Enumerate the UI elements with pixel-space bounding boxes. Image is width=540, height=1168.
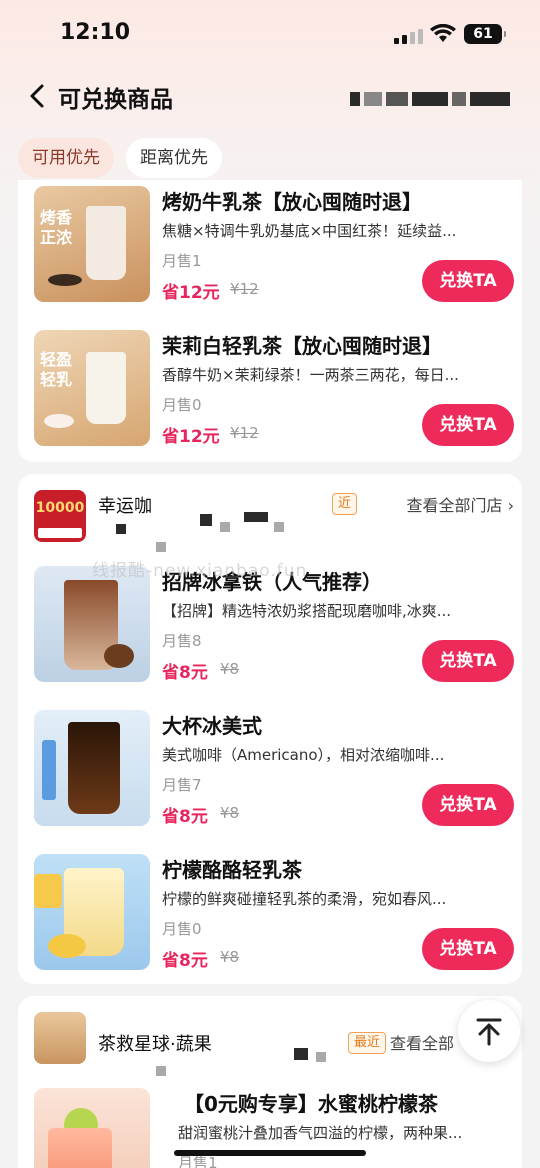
thumb-caption: 烤香正浓: [40, 208, 73, 247]
product-image: [34, 566, 150, 682]
monthly-sales: 月售0: [162, 920, 202, 938]
product-name: 茉莉白轻乳茶【放心囤随时退】: [162, 334, 442, 358]
home-indicator: [174, 1150, 366, 1156]
filter-distance-first[interactable]: 距离优先: [126, 138, 222, 178]
product-item[interactable]: 【0元购专享】水蜜桃柠檬茶 甜润蜜桃汁叠加香气四溢的柠檬，两种果... 月售1: [34, 1088, 514, 1168]
product-desc: 焦糖×特调牛乳奶基底×中国红茶！延续益...: [162, 222, 457, 240]
back-arrow-icon[interactable]: [24, 80, 52, 112]
thumb-caption: 轻盈轻乳: [40, 350, 73, 389]
monthly-sales: 月售8: [162, 632, 202, 650]
original-price: ¥8: [220, 804, 240, 822]
redacted-text: [156, 542, 166, 552]
redacted-text: [294, 1048, 308, 1060]
monthly-sales: 月售1: [162, 252, 202, 270]
product-desc: 柠檬的鲜爽碰撞轻乳茶的柔滑，宛如春风...: [162, 890, 447, 908]
savings: 省12元: [162, 427, 220, 447]
product-name: 大杯冰美式: [162, 714, 262, 738]
arrow-up-icon: [476, 1018, 502, 1046]
product-desc: 【招牌】精选特浓奶浆搭配现磨咖啡,冰爽...: [162, 602, 452, 620]
product-item[interactable]: 烤香正浓 烤奶牛乳茶【放心囤随时退】 焦糖×特调牛乳奶基底×中国红茶！延续益..…: [34, 186, 514, 306]
store-card-3: 茶救星球·蔬果 最近 查看全部 【0元购专享】水蜜桃柠檬茶 甜润蜜桃汁叠加香气四…: [18, 996, 522, 1168]
watermark: 线报酷-new.xianbao.fun: [92, 561, 308, 581]
redacted-text: [200, 514, 212, 526]
product-image: 烤香正浓: [34, 186, 150, 302]
product-item[interactable]: 柠檬酪酪轻乳茶 柠檬的鲜爽碰撞轻乳茶的柔滑，宛如春风... 月售0 省8元 ¥8…: [34, 854, 514, 974]
savings: 省12元: [162, 283, 220, 303]
savings: 省8元: [162, 663, 208, 683]
redacted-text: [316, 1052, 326, 1062]
page-title: 可兑换商品: [58, 87, 173, 113]
redeem-button[interactable]: 兑换TA: [422, 928, 514, 970]
view-all-stores-link[interactable]: 查看全部门店 ›: [407, 492, 515, 516]
redeem-button[interactable]: 兑换TA: [422, 260, 514, 302]
product-image: [34, 854, 150, 970]
store-logo: [34, 1012, 86, 1064]
original-price: ¥12: [230, 280, 259, 298]
monthly-sales: 月售0: [162, 396, 202, 414]
filter-available-first[interactable]: 可用优先: [18, 138, 114, 178]
redacted-text: [220, 522, 230, 532]
cellular-signal-icon: [394, 28, 424, 44]
redacted-text: [350, 92, 510, 106]
battery-icon: 61: [464, 24, 506, 44]
product-item[interactable]: 招牌冰拿铁（人气推荐） 【招牌】精选特浓奶浆搭配现磨咖啡,冰爽... 月售8 省…: [34, 566, 514, 686]
near-badge: 最近: [348, 1032, 387, 1054]
product-name: 【0元购专享】水蜜桃柠檬茶: [184, 1092, 438, 1116]
product-name: 烤奶牛乳茶【放心囤随时退】: [162, 190, 422, 214]
product-image: [34, 1088, 150, 1168]
store-header[interactable]: 茶救星球·蔬果 最近 查看全部: [34, 1012, 514, 1076]
savings: 省8元: [162, 951, 208, 971]
wifi-icon: [430, 24, 456, 42]
store-card-2: 10000 幸运咖 近 查看全部门店 › 招牌冰拿铁（人气推荐） 【招牌】精选特…: [18, 474, 522, 984]
product-desc: 美式咖啡（Americano），相对浓缩咖啡...: [162, 746, 445, 764]
product-image: [34, 710, 150, 826]
status-time: 12:10: [60, 20, 131, 45]
status-bar: 12:10 61: [0, 0, 540, 70]
product-image: 轻盈轻乳: [34, 330, 150, 446]
near-badge: 近: [332, 493, 358, 515]
chevron-right-icon: ›: [502, 496, 514, 515]
redacted-text: [244, 512, 268, 522]
store-header[interactable]: 10000 幸运咖 近 查看全部门店 ›: [34, 490, 515, 552]
redacted-text: [156, 1066, 166, 1076]
store-name: 幸运咖: [98, 496, 152, 517]
view-all-stores-link[interactable]: 查看全部: [390, 1030, 454, 1054]
store-logo: 10000: [34, 490, 86, 542]
store-name: 茶救星球·蔬果: [98, 1034, 212, 1055]
savings: 省8元: [162, 807, 208, 827]
product-item[interactable]: 轻盈轻乳 茉莉白轻乳茶【放心囤随时退】 香醇牛奶×茉莉绿茶！一两茶三两花，每日.…: [34, 330, 514, 450]
redeem-button[interactable]: 兑换TA: [422, 640, 514, 682]
original-price: ¥8: [220, 660, 240, 678]
monthly-sales: 月售7: [162, 776, 202, 794]
product-item[interactable]: 大杯冰美式 美式咖啡（Americano），相对浓缩咖啡... 月售7 省8元 …: [34, 710, 514, 830]
redacted-text: [116, 524, 126, 534]
page-header: 可兑换商品: [0, 70, 540, 124]
original-price: ¥12: [230, 424, 259, 442]
original-price: ¥8: [220, 948, 240, 966]
sort-filters: 可用优先 距离优先: [18, 138, 222, 178]
redacted-text: [274, 522, 284, 532]
scroll-to-top-button[interactable]: [458, 1000, 520, 1062]
product-name: 柠檬酪酪轻乳茶: [162, 858, 302, 882]
redeem-button[interactable]: 兑换TA: [422, 784, 514, 826]
product-desc: 甜润蜜桃汁叠加香气四溢的柠檬，两种果...: [178, 1124, 463, 1142]
store-card-1: 烤香正浓 烤奶牛乳茶【放心囤随时退】 焦糖×特调牛乳奶基底×中国红茶！延续益..…: [18, 180, 522, 462]
product-desc: 香醇牛奶×茉莉绿茶！一两茶三两花，每日...: [162, 366, 459, 384]
redeem-button[interactable]: 兑换TA: [422, 404, 514, 446]
